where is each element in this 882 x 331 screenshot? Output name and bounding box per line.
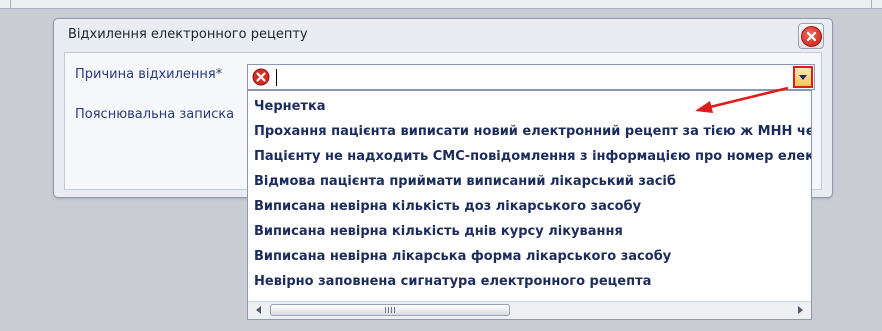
annotation-arrow (695, 86, 789, 113)
